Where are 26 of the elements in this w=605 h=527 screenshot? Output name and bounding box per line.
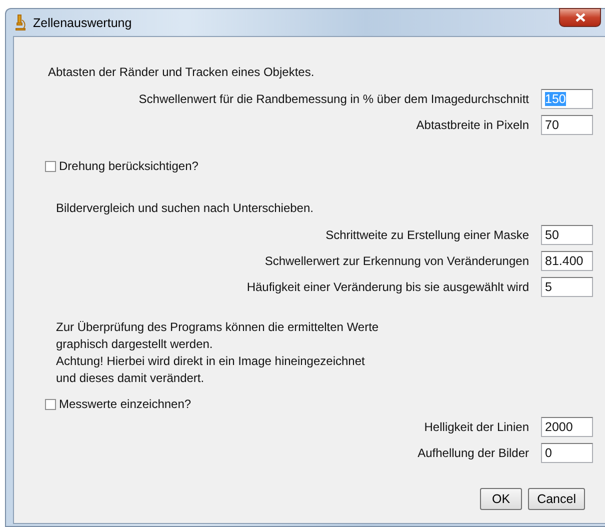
input-field[interactable]: 70 [541, 115, 593, 135]
info-text: Zur Überprüfung des Programs können die ermittelten Werte graphisch dargestellt werden. Achtung! Hierbei wird direkt in ein Image hineingezeichnet und dieses damit verändert. [56, 319, 380, 387]
section-heading: Bildervergleich und suchen nach Unterschieben. [56, 200, 314, 217]
dialog-button[interactable]: OK [480, 488, 522, 510]
dialog-button[interactable]: Cancel [528, 488, 585, 510]
input-field[interactable]: 50 [541, 225, 593, 245]
section-heading: Abtasten der Ränder und Tracken eines Objektes. [48, 64, 316, 81]
close-icon [574, 13, 586, 22]
window-title: Zellenauswertung [33, 16, 132, 30]
input-field[interactable]: 81.400 [541, 251, 593, 271]
input-field[interactable]: 2000 [541, 417, 593, 437]
checkbox[interactable] [45, 160, 56, 172]
checkbox-label: Drehung berücksichtigen? [59, 159, 198, 173]
field-label: Abtastbreite in Pixeln [416, 118, 529, 132]
checkbox-label: Messwerte einzeichnen? [59, 397, 192, 411]
field-label: Helligkeit der Linien [424, 420, 529, 434]
microscope-icon [13, 14, 27, 31]
field-label: Häufigkeit einer Veränderung bis sie ausgewählt wird [246, 280, 529, 294]
close-button[interactable] [559, 8, 601, 27]
field-label: Schrittweite zu Erstellung einer Maske [326, 228, 529, 242]
checkbox[interactable] [45, 398, 56, 410]
field-label: Schwellenwert für die Randbemessung in % über dem Imagedurchschnitt [138, 92, 529, 106]
input-field[interactable]: 5 [541, 277, 593, 297]
field-label: Schwellerwert zur Erkennung von Veränderungen [264, 254, 529, 268]
field-label: Aufhellung der Bilder [418, 446, 529, 460]
input-field[interactable]: 0 [541, 443, 593, 463]
